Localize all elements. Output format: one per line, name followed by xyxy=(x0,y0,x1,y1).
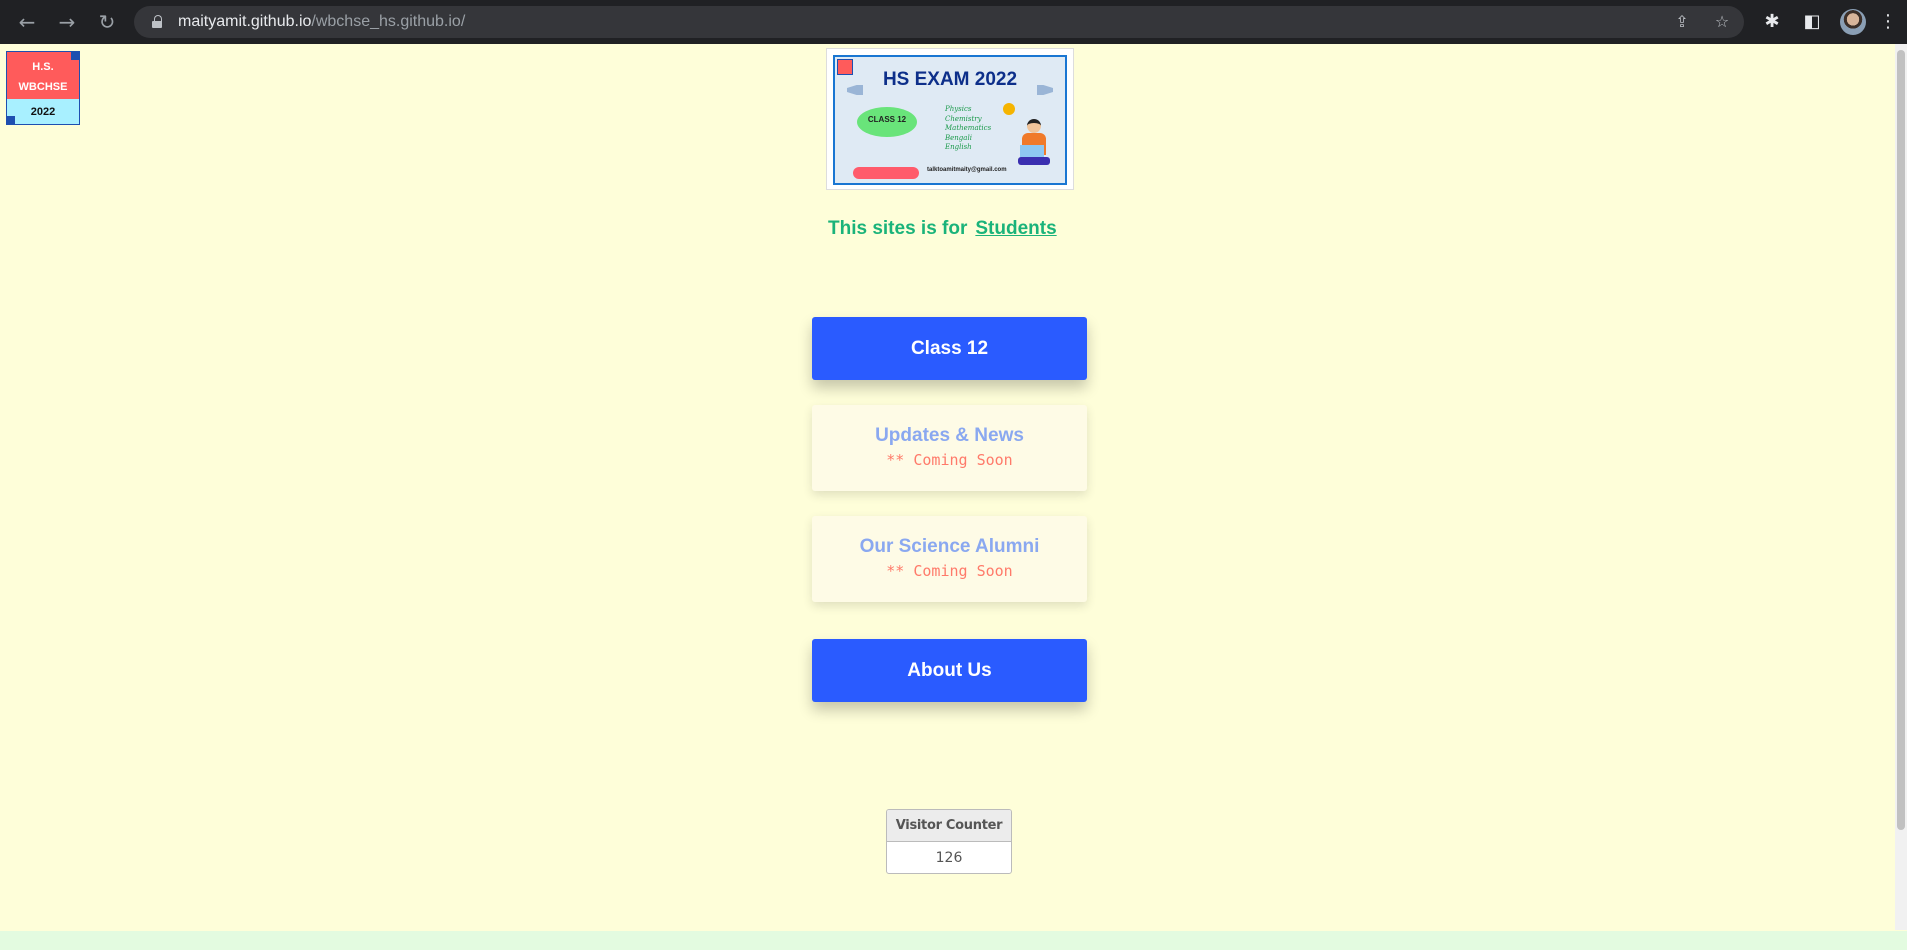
logo-corner xyxy=(7,116,15,124)
banner-email: talktoamitmaity@gmail.com xyxy=(927,167,1007,173)
footer-strip xyxy=(0,931,1907,950)
forward-icon[interactable]: → xyxy=(55,10,79,34)
banner-class-label: CLASS 12 xyxy=(867,115,907,124)
science-alumni-label: Our Science Alumni xyxy=(859,536,1040,557)
visitor-counter-value: 126 xyxy=(935,850,963,866)
coming-soon-note: ** Coming Soon xyxy=(886,451,1013,469)
reload-icon[interactable]: ↻ xyxy=(95,10,119,34)
url-path: /wbchse_hs.github.io/ xyxy=(311,13,466,30)
subject-item: Physics xyxy=(945,105,972,113)
logo-line2: WBCHSE xyxy=(18,81,68,93)
about-us-button[interactable]: About Us xyxy=(812,639,1087,702)
page-scrollbar[interactable] xyxy=(1895,44,1907,930)
banner-image: HS EXAM 2022 CLASS 12 Physics Chemistry … xyxy=(833,55,1067,185)
tagline-text: This sites is for xyxy=(828,218,968,239)
back-icon[interactable]: ← xyxy=(15,10,39,34)
bookmark-star-icon[interactable]: ☆ xyxy=(1712,12,1732,32)
updates-news-button[interactable]: Updates & News ** Coming Soon xyxy=(812,405,1087,491)
student-illustration xyxy=(1018,119,1050,167)
url-host: maityamit.github.io xyxy=(178,13,312,30)
site-logo[interactable]: H.S. WBCHSE 2022 xyxy=(6,51,80,125)
subject-list: Physics Chemistry Mathematics Bengali En… xyxy=(945,105,991,153)
lock-icon[interactable] xyxy=(152,15,162,28)
logo-line1: H.S. xyxy=(32,61,54,73)
coming-soon-note: ** Coming Soon xyxy=(886,562,1013,580)
visitor-counter-title: Visitor Counter xyxy=(887,810,1011,842)
subject-item: Chemistry xyxy=(945,114,982,123)
science-alumni-button[interactable]: Our Science Alumni ** Coming Soon xyxy=(812,516,1087,602)
extensions-icon[interactable]: ✱ xyxy=(1760,10,1784,34)
tagline: This sites is for Students xyxy=(828,218,1057,240)
logo-corner xyxy=(71,52,79,60)
medal-icon xyxy=(1003,103,1015,115)
scrollbar-thumb[interactable] xyxy=(1897,50,1905,830)
address-bar[interactable]: maityamit.github.io/wbchse_hs.github.io/… xyxy=(134,6,1744,38)
visitor-counter: Visitor Counter 126 xyxy=(886,809,1012,874)
logo-year: 2022 xyxy=(30,106,56,118)
banner-pill xyxy=(853,167,919,179)
share-icon[interactable]: ⇪ xyxy=(1672,12,1692,32)
side-panel-icon[interactable]: ◧ xyxy=(1800,10,1824,34)
hero-banner: HS EXAM 2022 CLASS 12 Physics Chemistry … xyxy=(826,48,1074,190)
class-12-button[interactable]: Class 12 xyxy=(812,317,1087,380)
updates-news-label: Updates & News xyxy=(875,425,1024,446)
profile-avatar[interactable] xyxy=(1840,9,1866,35)
subject-item: English xyxy=(945,143,972,151)
menu-kebab-icon[interactable]: ⋮ xyxy=(1876,10,1900,34)
subject-item: Bengali xyxy=(945,133,972,142)
subject-item: Mathematics xyxy=(945,124,992,132)
browser-toolbar: ← → ↻ maityamit.github.io/wbchse_hs.gith… xyxy=(0,0,1907,44)
banner-title: HS EXAM 2022 xyxy=(882,69,1018,90)
url-text[interactable]: maityamit.github.io/wbchse_hs.github.io/ xyxy=(178,13,465,31)
students-link[interactable]: Students xyxy=(975,218,1056,239)
